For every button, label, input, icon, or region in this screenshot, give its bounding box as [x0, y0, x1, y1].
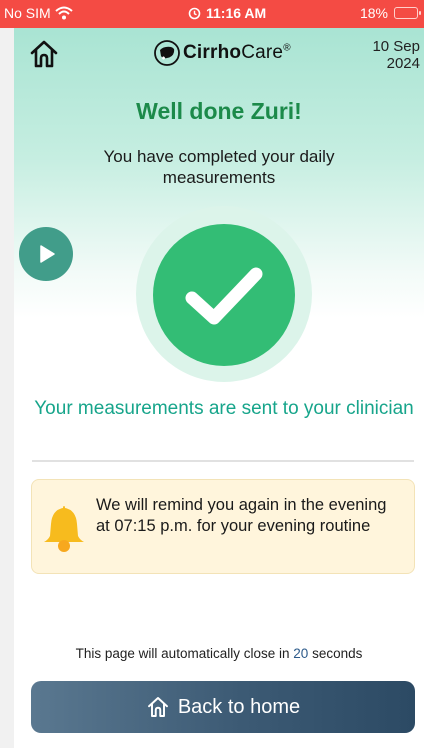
play-icon — [40, 245, 55, 263]
carrier-info: No SIM — [4, 5, 73, 21]
page-title: Well done Zuri! — [136, 98, 302, 124]
home-icon[interactable] — [28, 38, 60, 70]
section-divider — [32, 460, 414, 462]
battery-icon — [394, 7, 421, 19]
clock: 11:16 AM — [188, 5, 266, 21]
bell-icon — [44, 506, 84, 552]
battery-info: 18% — [359, 5, 421, 21]
status-time: 11:16 AM — [206, 5, 267, 21]
back-to-home-button[interactable]: Back to home — [31, 681, 415, 733]
wifi-icon — [55, 6, 73, 20]
home-icon — [147, 697, 168, 717]
status-bar: No SIM 11:16 AM 18% — [0, 0, 424, 28]
play-button[interactable] — [19, 227, 73, 281]
logo-text: CirrhoCare® — [183, 42, 291, 63]
date-year: 2024 — [386, 55, 420, 72]
logo-mark-icon — [154, 40, 180, 66]
measurements-sent-message: Your measurements are sent to your clini… — [34, 398, 414, 419]
reminder-text: We will remind you again in the evening … — [96, 496, 387, 535]
current-date: 10 Sep 2024 — [372, 38, 420, 72]
cirrhocare-logo: CirrhoCare® — [154, 40, 291, 66]
auto-close-prefix: This page will automatically close in — [75, 646, 290, 661]
countdown-seconds: 20 — [293, 646, 309, 661]
reminder-card: We will remind you again in the evening … — [31, 479, 415, 574]
carrier-label: No SIM — [4, 5, 51, 21]
checkmark-icon — [185, 267, 263, 325]
registered-mark: ® — [283, 42, 291, 54]
alarm-clock-icon — [188, 7, 201, 19]
success-badge — [153, 224, 295, 366]
date-day-month: 10 Sep — [372, 38, 420, 55]
app-screen: CirrhoCare® 10 Sep 2024 Well done Zuri! … — [14, 0, 424, 748]
completion-subtitle: You have completed your daily measuremen… — [103, 147, 335, 187]
auto-close-notice: This page will automatically close in 20… — [14, 646, 424, 661]
app-header: CirrhoCare® 10 Sep 2024 — [14, 28, 424, 84]
auto-close-suffix: seconds — [312, 646, 363, 661]
battery-percent: 18% — [359, 5, 388, 21]
back-button-label: Back to home — [177, 695, 301, 718]
